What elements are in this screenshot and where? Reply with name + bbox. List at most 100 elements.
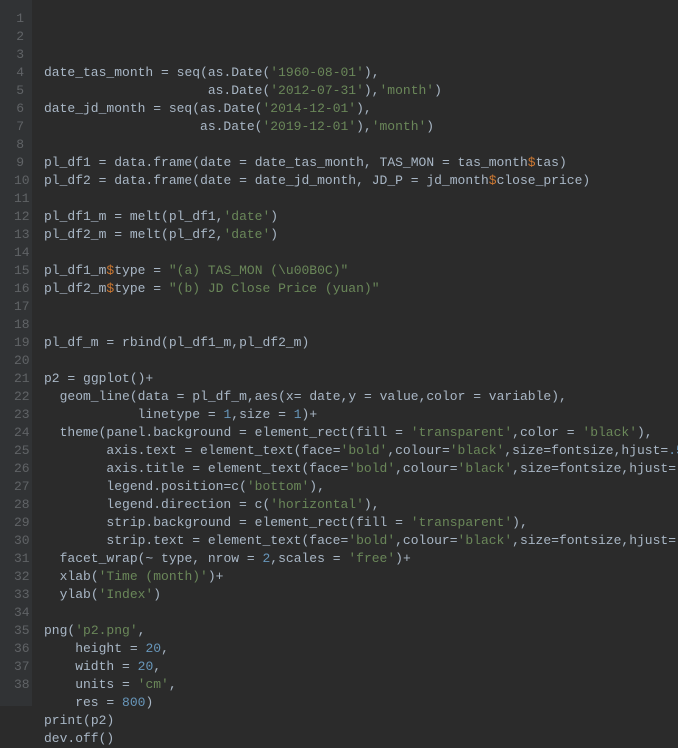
code-token: c (231, 479, 239, 494)
code-token: ( (130, 389, 138, 404)
line-number-gutter: 1234567891011121314151617181920212223242… (0, 0, 32, 706)
code-token: = (333, 443, 341, 458)
code-token: 'bold' (348, 533, 395, 548)
code-line[interactable]: png('p2.png', (44, 622, 678, 640)
code-token: pl_df1_m (44, 209, 114, 224)
code-token: = (114, 227, 122, 242)
code-token: ,size (512, 461, 551, 476)
code-line[interactable]: linetype = 1,size = 1)+ (44, 406, 678, 424)
code-line[interactable]: axis.title = element_text(face='bold',co… (44, 460, 678, 478)
code-token: ,colour (395, 461, 450, 476)
code-token: c (247, 497, 263, 512)
line-number: 25 (14, 442, 24, 460)
code-token: date_jd_month, JD_P (247, 173, 411, 188)
code-line[interactable]: pl_df1 = data.frame(date = date_tas_mont… (44, 154, 678, 172)
code-line[interactable] (44, 190, 678, 208)
code-line[interactable]: height = 20, (44, 640, 678, 658)
code-token: face (309, 461, 340, 476)
line-number: 14 (14, 244, 24, 262)
code-line[interactable] (44, 298, 678, 316)
code-token: ), (364, 65, 380, 80)
code-token: date_tas_month (44, 65, 161, 80)
code-token: = (114, 209, 122, 224)
code-token: 'black' (458, 461, 513, 476)
code-token: rbind (114, 335, 161, 350)
code-token: ( (161, 227, 169, 242)
code-token: $ (528, 155, 536, 170)
code-token: pl_df1, (169, 209, 224, 224)
code-token: pl_df2_m (44, 281, 106, 296)
line-number: 26 (14, 460, 24, 478)
code-token: ), (364, 497, 380, 512)
code-line[interactable]: dev.off() (44, 730, 678, 748)
code-line[interactable]: width = 20, (44, 658, 678, 676)
code-line[interactable] (44, 244, 678, 262)
code-line[interactable]: date_tas_month = seq(as.Date('1960-08-01… (44, 64, 678, 82)
code-line[interactable]: pl_df2_m$type = "(b) JD Close Price (yua… (44, 280, 678, 298)
code-line[interactable]: date_jd_month = seq(as.Date('2014-12-01'… (44, 100, 678, 118)
code-token: face (309, 533, 340, 548)
code-line[interactable]: pl_df2 = data.frame(date = date_jd_month… (44, 172, 678, 190)
line-number: 38 (14, 676, 24, 694)
code-line[interactable] (44, 316, 678, 334)
code-token: = (208, 407, 216, 422)
code-line[interactable]: pl_df2_m = melt(pl_df2,'date') (44, 226, 678, 244)
line-number: 13 (14, 226, 24, 244)
code-line[interactable]: legend.direction = c('horizontal'), (44, 496, 678, 514)
code-line[interactable] (44, 352, 678, 370)
code-line[interactable]: strip.background = element_rect(fill = '… (44, 514, 678, 532)
code-line[interactable]: p2 = ggplot()+ (44, 370, 678, 388)
code-line[interactable]: legend.position=c('bottom'), (44, 478, 678, 496)
line-number: 9 (14, 154, 24, 172)
code-token: )+ (302, 407, 318, 422)
code-token: ( (91, 569, 99, 584)
code-line[interactable]: ylab('Index') (44, 586, 678, 604)
code-token: ) (434, 83, 442, 98)
code-token: ) (270, 209, 278, 224)
code-token: fill (356, 515, 395, 530)
line-number: 18 (14, 316, 24, 334)
code-token: 'bold' (341, 443, 388, 458)
line-number: 20 (14, 352, 24, 370)
code-line[interactable] (44, 136, 678, 154)
line-number: 28 (14, 496, 24, 514)
code-line[interactable]: res = 800) (44, 694, 678, 712)
code-token: 'date' (223, 227, 270, 242)
code-line[interactable]: pl_df1_m = melt(pl_df1,'date') (44, 208, 678, 226)
code-token: = (239, 425, 247, 440)
code-line[interactable] (44, 604, 678, 622)
code-line[interactable]: theme(panel.background = element_rect(fi… (44, 424, 678, 442)
code-token: (~ (138, 551, 154, 566)
code-line[interactable]: pl_df_m = rbind(pl_df1_m,pl_df2_m) (44, 334, 678, 352)
code-token: "(b) JD Close Price (yuan)" (169, 281, 380, 296)
code-token: ), (309, 479, 325, 494)
code-line[interactable]: units = 'cm', (44, 676, 678, 694)
code-token: date_tas_month, TAS_MON (247, 155, 442, 170)
code-token: ) (145, 695, 153, 710)
code-line[interactable]: as.Date('2019-12-01'),'month') (44, 118, 678, 136)
line-number: 3 (14, 46, 24, 64)
line-number: 15 (14, 262, 24, 280)
code-token: type (114, 263, 153, 278)
code-token (130, 677, 138, 692)
code-token: as.Date (200, 101, 255, 116)
line-number: 36 (14, 640, 24, 658)
code-token: data.frame (106, 155, 192, 170)
code-token: x (286, 389, 294, 404)
code-token: type, nrow (153, 551, 247, 566)
code-line[interactable]: axis.text = element_text(face='bold',col… (44, 442, 678, 460)
code-token: ( (91, 587, 99, 602)
code-line[interactable]: print(p2) (44, 712, 678, 730)
code-line[interactable]: geom_line(data = pl_df_m,aes(x= date,y =… (44, 388, 678, 406)
code-token: )+ (395, 551, 411, 566)
code-area[interactable]: date_tas_month = seq(as.Date('1960-08-01… (32, 0, 678, 706)
code-token: ylab (44, 587, 91, 602)
line-number: 11 (14, 190, 24, 208)
code-line[interactable]: as.Date('2012-07-31'),'month') (44, 82, 678, 100)
code-line[interactable]: xlab('Time (month)')+ (44, 568, 678, 586)
code-line[interactable]: facet_wrap(~ type, nrow = 2,scales = 'fr… (44, 550, 678, 568)
code-line[interactable]: pl_df1_m$type = "(a) TAS_MON (\u00B0C)" (44, 262, 678, 280)
code-token: ,size (504, 443, 543, 458)
code-line[interactable]: strip.text = element_text(face='bold',co… (44, 532, 678, 550)
code-token: 'month' (372, 119, 427, 134)
